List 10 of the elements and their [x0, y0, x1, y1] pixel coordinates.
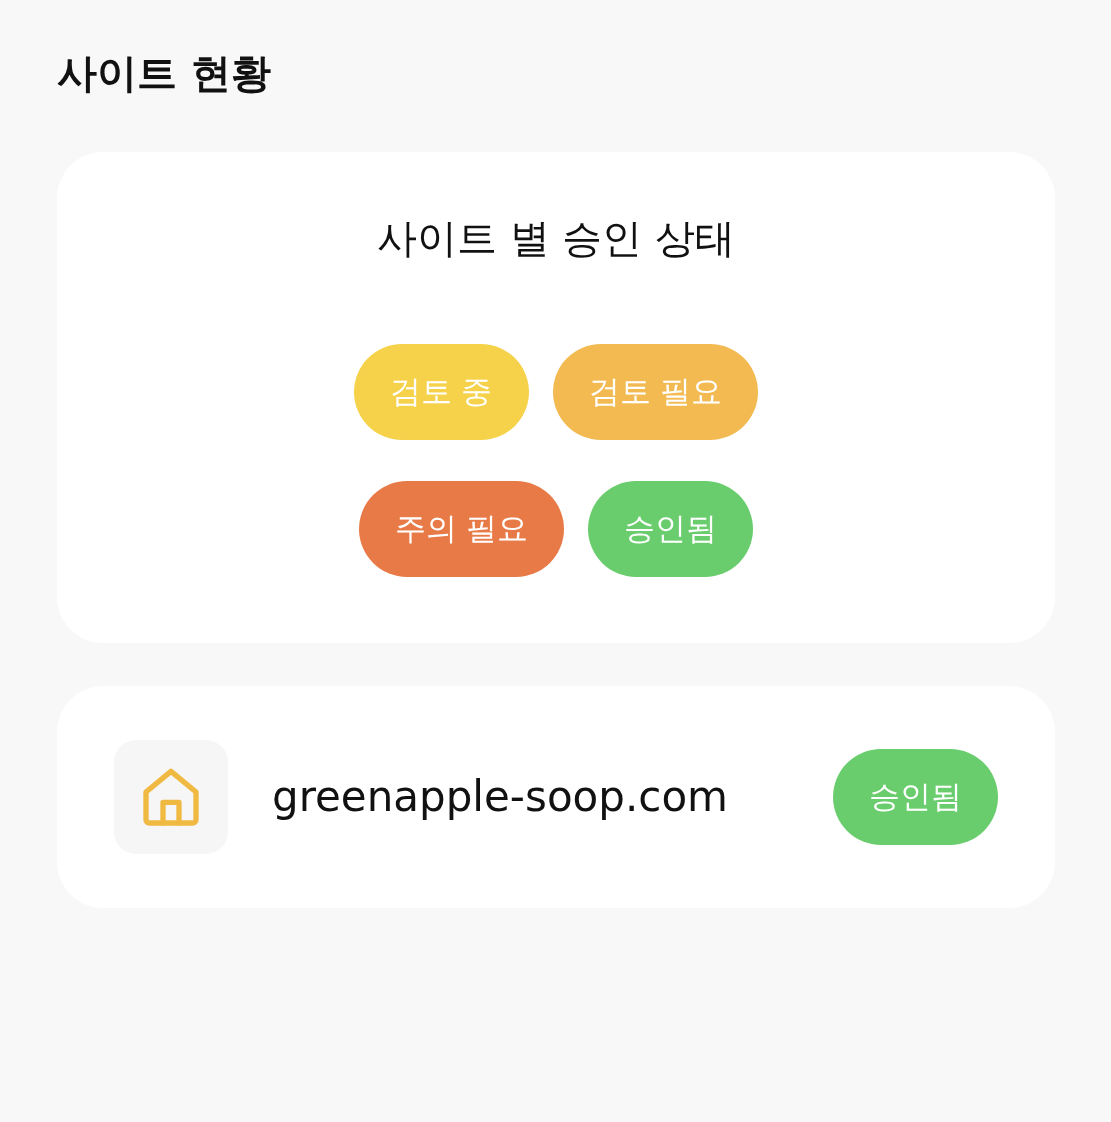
card-title: 사이트 별 승인 상태: [376, 214, 736, 263]
site-card[interactable]: greenapple-soop.com 승인됨: [57, 686, 1055, 908]
status-legend-pill: 검토 필요: [552, 344, 759, 440]
status-legend-pill: 승인됨: [588, 481, 754, 577]
status-legend-pill: 검토 중: [353, 344, 529, 440]
status-legend-pill: 주의 필요: [358, 481, 565, 577]
page-title: 사이트 현황: [57, 49, 272, 98]
status-badge: 승인됨: [833, 749, 998, 845]
home-icon: [114, 740, 228, 854]
site-domain: greenapple-soop.com: [272, 771, 729, 823]
